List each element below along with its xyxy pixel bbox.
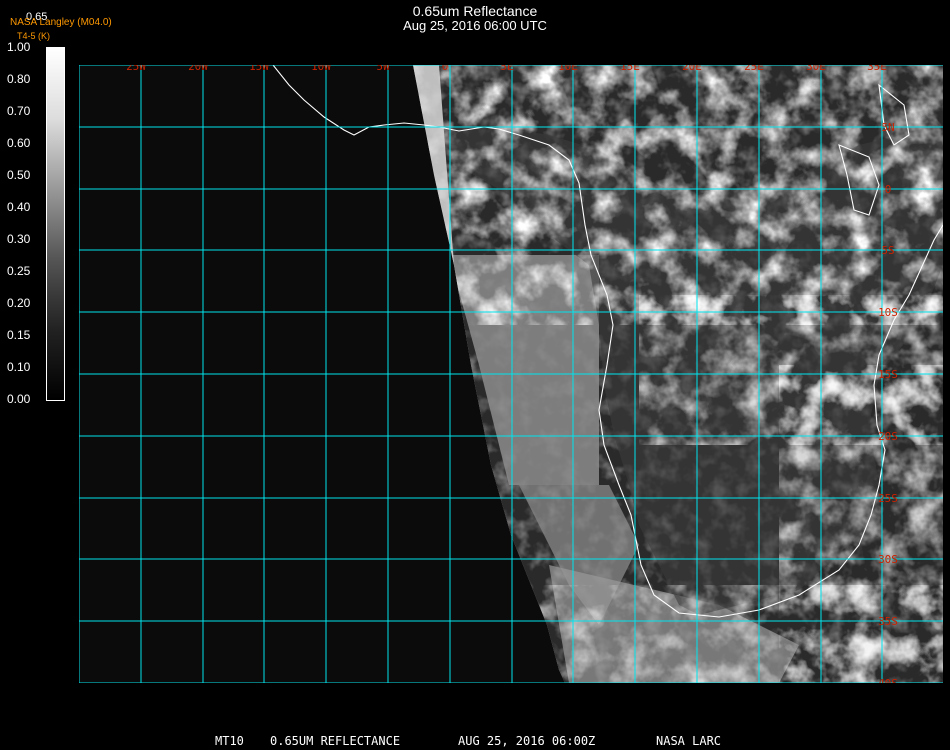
colorbar-tick: 0.30 <box>7 232 31 246</box>
footer-org: NASA LARC <box>656 734 722 748</box>
longitude-label: 20E <box>682 65 702 73</box>
colorbar <box>46 47 65 401</box>
latitude-label: 20S <box>878 430 898 443</box>
colorbar-tick: 0.20 <box>7 296 31 310</box>
colorbar-tick: 0.80 <box>7 72 31 86</box>
longitude-label: 35E <box>867 65 887 73</box>
longitude-label: 25W <box>126 65 146 73</box>
latitude-label: 25S <box>878 492 898 505</box>
colorbar-tick: 0.25 <box>7 264 31 278</box>
colorbar-tick: 0.40 <box>7 200 31 214</box>
colorbar-tick: 1.00 <box>7 40 31 54</box>
longitude-label: 10W <box>311 65 331 73</box>
footer-product: MT10 <box>215 734 244 748</box>
colorbar-tick: 0.70 <box>7 104 31 118</box>
longitude-label: 20W <box>188 65 208 73</box>
longitude-label: 15W <box>249 65 269 73</box>
longitude-label: 0 <box>442 65 449 73</box>
latitude-label: 5N <box>881 121 894 134</box>
latitude-label: 15S <box>878 368 898 381</box>
colorbar-tick: 0.00 <box>7 392 31 406</box>
image-title: 0.65um Reflectance <box>412 3 538 19</box>
latitude-label: 30S <box>878 553 898 566</box>
image-datetime: Aug 25, 2016 06:00 UTC <box>403 18 547 33</box>
colorbar-tick: 0.50 <box>7 168 31 182</box>
footer-date: AUG 25, 2016 06:00Z <box>458 734 596 748</box>
colorbar-tick: 0.10 <box>7 360 31 374</box>
latitude-label: 10S <box>878 306 898 319</box>
longitude-label: 30E <box>806 65 826 73</box>
colorbar-tick: 0.60 <box>7 136 31 150</box>
credit-label: NASA Langley (M04.0) <box>10 17 112 28</box>
latitude-label: 5S <box>881 244 894 257</box>
latitude-label: 40S <box>878 677 898 683</box>
colorbar-tick: 0.15 <box>7 328 31 342</box>
latitude-label: 0 <box>885 183 892 196</box>
longitude-label: 10E <box>558 65 578 73</box>
satellite-map: 25W 20W 15W 10W 5W 0 5E 10E 15E 20E 25E 30E 35E 5N 0 5S… <box>79 65 943 683</box>
footer-description: 0.65UM REFLECTANCE <box>270 734 401 748</box>
longitude-label: 25E <box>744 65 764 73</box>
longitude-label: 15E <box>620 65 640 73</box>
longitude-label: 5E <box>500 65 513 73</box>
latitude-label: 35S <box>878 615 898 628</box>
longitude-label: 5W <box>376 65 390 73</box>
